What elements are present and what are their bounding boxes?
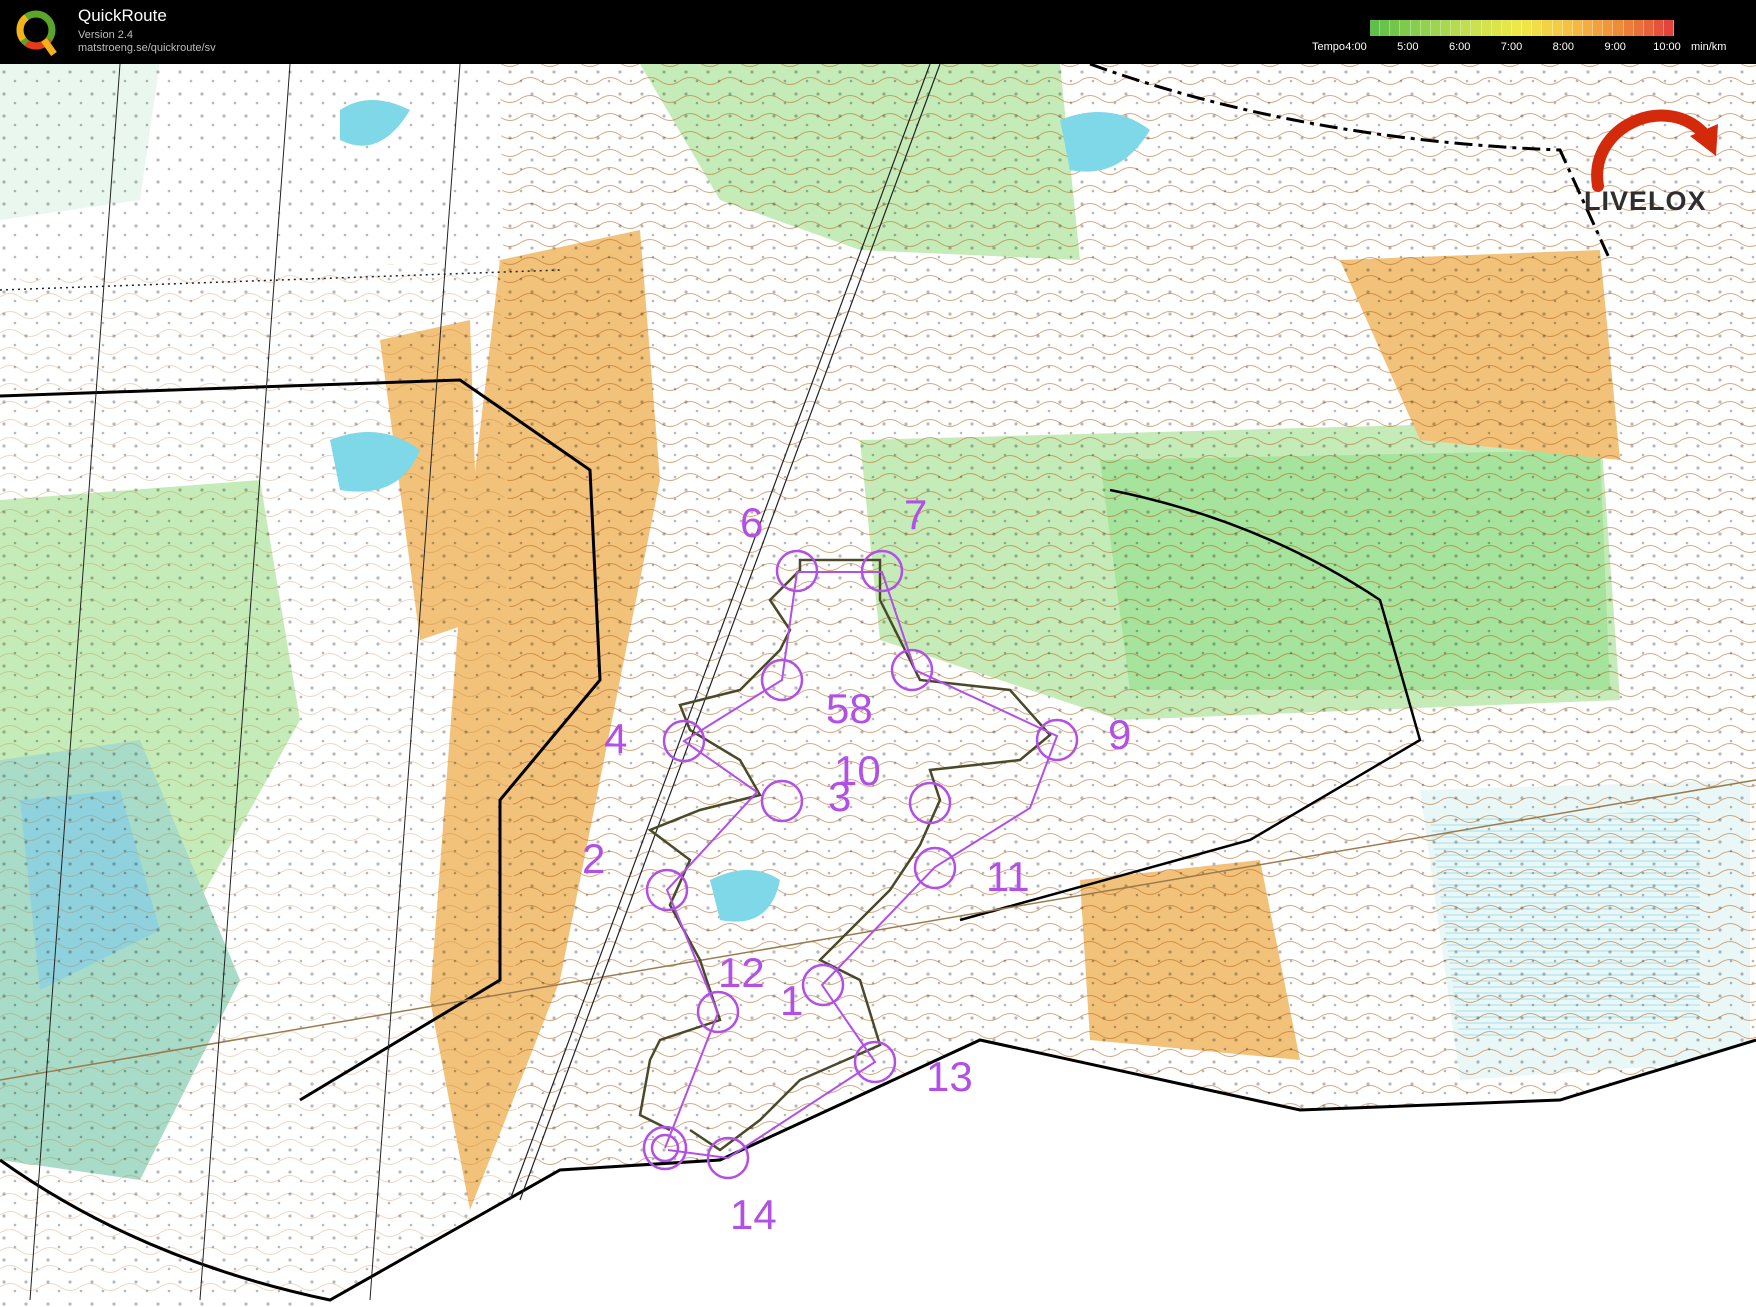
tempo-segment — [1664, 20, 1675, 36]
tempo-segment — [1420, 20, 1431, 36]
tempo-segment — [1562, 20, 1573, 36]
tempo-segment — [1501, 20, 1512, 36]
tempo-segment — [1582, 20, 1594, 36]
control-label-1: 1 — [780, 977, 804, 1024]
control-label-14: 14 — [730, 1191, 777, 1238]
tempo-segment — [1370, 20, 1381, 36]
tempo-segment — [1491, 20, 1502, 36]
tempo-tick-label: 6:00 — [1448, 41, 1471, 53]
control-label-7: 7 — [904, 491, 928, 538]
control-label-13: 13 — [926, 1053, 973, 1100]
tempo-segment — [1481, 20, 1492, 36]
orienteering-map[interactable] — [0, 64, 1756, 1307]
control-label-6: 6 — [740, 499, 764, 546]
app-version: Version 2.4 — [78, 29, 134, 41]
tempo-gradient-bar — [1370, 20, 1675, 36]
control-label-12: 12 — [718, 949, 765, 996]
tempo-segment — [1522, 20, 1533, 36]
tempo-label: Tempo — [1312, 41, 1346, 53]
control-label-4: 4 — [604, 715, 628, 762]
tempo-segment — [1461, 20, 1472, 36]
tempo-tick-label: 5:00 — [1397, 41, 1419, 53]
tempo-segment — [1613, 20, 1624, 36]
tempo-segment — [1593, 20, 1604, 36]
tempo-unit: min/km — [1691, 41, 1727, 53]
tempo-tick-label: 10:00 — [1653, 41, 1681, 53]
control-label-9: 9 — [1108, 711, 1132, 758]
tempo-segment — [1471, 20, 1482, 36]
tempo-segment — [1430, 20, 1441, 36]
app-header: QuickRoute Version 2.4 matstroeng.se/qui… — [0, 0, 1756, 64]
tempo-segment — [1410, 20, 1421, 36]
tempo-tick-label: 7:00 — [1500, 41, 1523, 53]
tempo-segment — [1623, 20, 1634, 36]
tempo-segment — [1572, 20, 1583, 36]
tempo-segment — [1633, 20, 1644, 36]
tempo-segment — [1380, 20, 1391, 36]
tempo-segment — [1542, 20, 1553, 36]
tempo-tick-label: 8:00 — [1552, 41, 1575, 53]
tempo-segment — [1451, 20, 1462, 36]
tempo-segment — [1532, 20, 1543, 36]
tempo-segment — [1390, 20, 1401, 36]
control-label-58: 58 — [826, 685, 873, 732]
app-url[interactable]: matstroeng.se/quickroute/sv — [78, 42, 216, 54]
tempo-segment — [1400, 20, 1411, 36]
tempo-segment — [1440, 20, 1452, 36]
tempo-segment — [1643, 20, 1654, 36]
control-label-11: 11 — [986, 853, 1030, 900]
tempo-tick-label: 4:00 — [1345, 41, 1367, 53]
tempo-segment — [1511, 20, 1523, 36]
livelox-wordmark: LIVELOX — [1584, 186, 1707, 216]
tempo-tick-label: 9:00 — [1604, 41, 1626, 53]
control-label-10: 10 — [834, 747, 881, 794]
tempo-segment — [1603, 20, 1614, 36]
control-label-2: 2 — [582, 835, 606, 882]
tempo-segment — [1552, 20, 1563, 36]
quickroute-logo-icon — [16, 10, 57, 56]
tempo-segment — [1653, 20, 1665, 36]
app-title: QuickRoute — [78, 6, 167, 25]
